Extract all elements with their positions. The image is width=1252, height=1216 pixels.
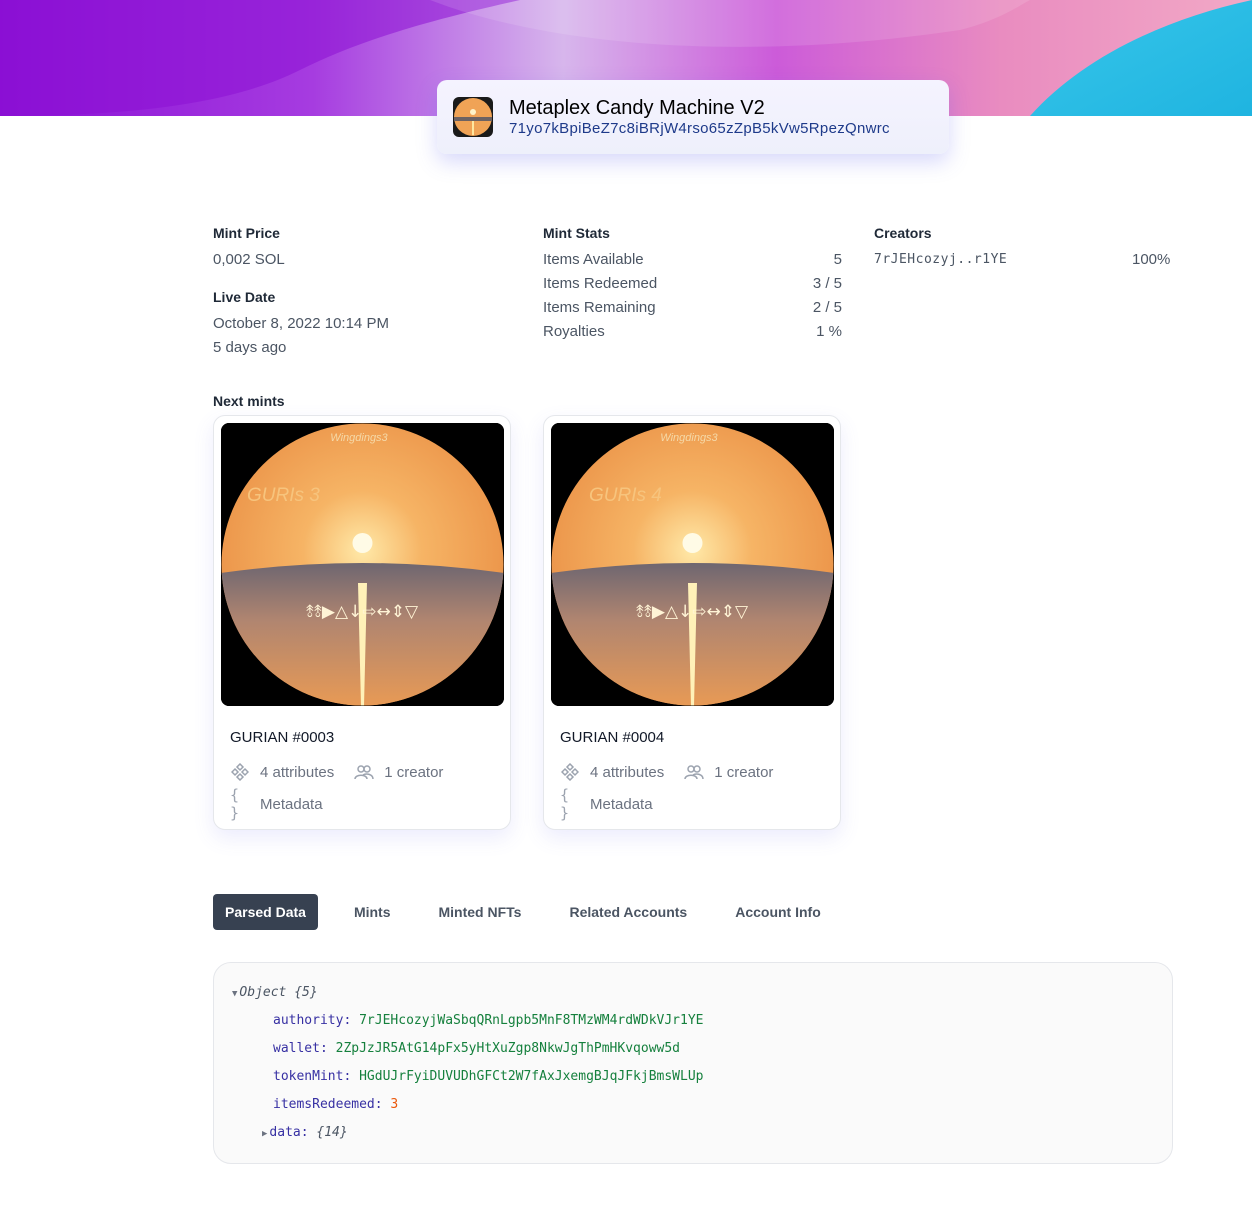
stat-value: 1 % [816, 323, 842, 340]
creators-icon [354, 762, 374, 782]
stat-name: Royalties [543, 323, 605, 340]
json-key: itemsRedeemed: [273, 1097, 383, 1112]
candy-machine-address[interactable]: 71yo7kBpiBeZ7c8iBRjW4rso65zZpB5kVw5RpezQ… [509, 120, 889, 138]
nft-attributes[interactable]: 4 attributes 1 creator [230, 762, 443, 782]
nft-image-title: GURIs 4 [589, 485, 662, 506]
json-data-toggle[interactable]: ▶ data: {14} [262, 1125, 348, 1142]
mint-price-label: Mint Price [213, 225, 280, 241]
creators-count: 1 creator [384, 763, 444, 781]
nft-attributes[interactable]: 4 attributes 1 creator [560, 762, 773, 782]
collection-thumbnail [453, 97, 493, 137]
nft-image-font-text: Wingdings3 [330, 432, 388, 444]
live-date-relative: 5 days ago [213, 339, 287, 356]
mint-stats-label: Mint Stats [543, 225, 610, 241]
tab-minted-nfts[interactable]: Minted NFTs [427, 894, 534, 930]
creator-address[interactable]: 7rJEHcozyj..r1YE [874, 252, 1007, 267]
json-key: wallet: [273, 1041, 328, 1056]
collapse-arrow-icon: ▼ [232, 989, 238, 999]
json-root-label: Object [239, 985, 287, 1000]
json-value: 2ZpJzJR5AtG14pFx5yHtXuZgp8NkwJgThPmHKvqo… [335, 1041, 680, 1056]
nft-image-font-text: Wingdings3 [660, 432, 718, 444]
json-value: 3 [390, 1097, 399, 1112]
attributes-count: 4 attributes [260, 763, 335, 781]
braces-icon: { } [230, 786, 240, 822]
stat-row-items-redeemed: Items Redeemed 3 / 5 [543, 275, 842, 292]
json-field: wallet: 2ZpJzJR5AtG14pFx5yHtXuZgp8NkwJgT… [273, 1041, 680, 1057]
nft-image: Wingdings3 GURIs 4 ⥉⥉▶△↓⇨↔⇕▽ [551, 423, 834, 706]
json-key: authority: [273, 1013, 352, 1028]
json-field: tokenMint: HGdUJrFyiDUVUDhGFCt2W7fAxJxem… [273, 1069, 703, 1085]
nft-name: GURIAN #0003 [230, 729, 335, 746]
stat-row-items-available: Items Available 5 [543, 251, 842, 268]
json-field: itemsRedeemed: 3 [273, 1097, 398, 1113]
creator-share: 100% [1132, 251, 1171, 268]
tab-related-accounts[interactable]: Related Accounts [557, 894, 699, 930]
nft-card[interactable]: Wingdings3 GURIs 4 ⥉⥉▶△↓⇨↔⇕▽ GURIAN #000… [543, 415, 841, 830]
creators-count: 1 creator [714, 763, 774, 781]
expand-arrow-icon: ▶ [262, 1129, 268, 1139]
creators-label: Creators [874, 225, 932, 241]
parsed-data-viewer: ▼ Object {5} authority: 7rJEHcozyjWaSbqQR… [213, 962, 1173, 1164]
nft-image-symbols: ⥉⥉▶△↓⇨↔⇕▽ [306, 602, 419, 622]
json-data-count: {14} [316, 1125, 348, 1140]
json-value: HGdUJrFyiDUVUDhGFCt2W7fAxJxemgBJqJFkjBms… [359, 1069, 704, 1084]
tab-mints[interactable]: Mints [342, 894, 403, 930]
stat-row-royalties: Royalties 1 % [543, 323, 842, 340]
nft-image: Wingdings3 GURIs 3 ⥉⥉▶△↓⇨↔⇕▽ [221, 423, 504, 706]
tab-parsed-data[interactable]: Parsed Data [213, 894, 318, 930]
page-title: Metaplex Candy Machine V2 [509, 97, 765, 119]
mint-price-value: 0,002 SOL [213, 251, 285, 268]
stat-row-items-remaining: Items Remaining 2 / 5 [543, 299, 842, 316]
live-date-value: October 8, 2022 10:14 PM [213, 315, 389, 332]
stat-name: Items Redeemed [543, 275, 658, 292]
json-root-toggle[interactable]: ▼ Object {5} [232, 985, 318, 1002]
next-mints-label: Next mints [213, 393, 285, 409]
candy-machine-header: Metaplex Candy Machine V2 71yo7kBpiBeZ7c… [437, 80, 949, 154]
stat-value: 5 [833, 251, 842, 268]
tab-account-info[interactable]: Account Info [723, 894, 833, 930]
stat-value: 3 / 5 [812, 275, 842, 292]
nft-card[interactable]: Wingdings3 GURIs 3 ⥉⥉▶△↓⇨↔⇕▽ GURIAN #000… [213, 415, 511, 830]
live-date-label: Live Date [213, 289, 276, 305]
json-value: 7rJEHcozyjWaSbqQRnLgpb5MnF8TMzWM4rdWDkVJ… [359, 1013, 704, 1028]
braces-icon: { } [560, 786, 570, 822]
tab-bar: Parsed Data Mints Minted NFTs Related Ac… [213, 894, 857, 930]
creators-icon [684, 762, 704, 782]
stat-value: 2 / 5 [812, 299, 842, 316]
stat-name: Items Available [543, 251, 644, 268]
nft-metadata-link[interactable]: { } Metadata [230, 786, 323, 822]
attributes-icon [560, 762, 580, 782]
json-root-count: {5} [294, 985, 318, 1000]
stat-name: Items Remaining [543, 299, 656, 316]
metadata-label: Metadata [590, 795, 653, 813]
attributes-icon [230, 762, 250, 782]
attributes-count: 4 attributes [590, 763, 665, 781]
json-key: tokenMint: [273, 1069, 352, 1084]
metadata-label: Metadata [260, 795, 323, 813]
nft-name: GURIAN #0004 [560, 729, 665, 746]
json-field: authority: 7rJEHcozyjWaSbqQRnLgpb5MnF8TM… [273, 1013, 703, 1029]
nft-image-title: GURIs 3 [247, 485, 320, 506]
nft-metadata-link[interactable]: { } Metadata [560, 786, 653, 822]
nft-image-symbols: ⥉⥉▶△↓⇨↔⇕▽ [636, 602, 749, 622]
json-key: data: [269, 1125, 309, 1140]
